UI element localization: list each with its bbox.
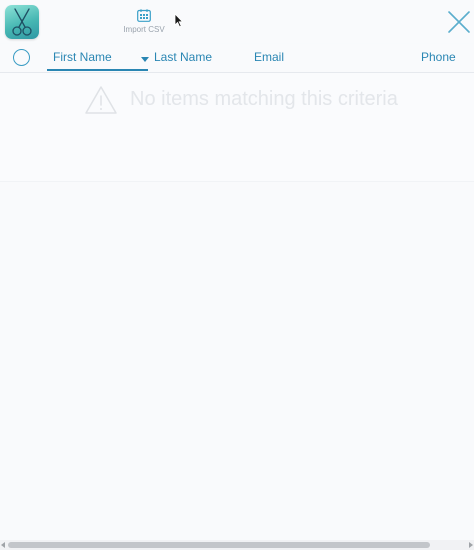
column-header-last-name[interactable]: Last Name xyxy=(154,50,212,64)
contacts-window: Import CSV First Name Last Name Email Ph… xyxy=(0,0,474,550)
scroll-right-icon[interactable] xyxy=(469,542,473,548)
warning-icon xyxy=(85,86,117,114)
horizontal-scrollbar[interactable] xyxy=(0,540,474,550)
import-csv-label: Import CSV xyxy=(123,25,165,34)
scroll-left-icon[interactable] xyxy=(1,542,5,548)
empty-state-message: No items matching this criteria xyxy=(130,88,398,110)
horizontal-scrollbar-thumb[interactable] xyxy=(8,542,430,548)
column-header-row: First Name Last Name Email Phone xyxy=(0,44,474,73)
column-header-email[interactable]: Email xyxy=(254,50,284,64)
import-csv-button[interactable]: Import CSV xyxy=(118,8,170,38)
active-sort-indicator xyxy=(47,69,148,71)
mouse-cursor-icon xyxy=(174,13,184,28)
column-header-first-name[interactable]: First Name xyxy=(53,50,112,64)
sort-descending-icon[interactable] xyxy=(141,57,149,62)
column-header-phone[interactable]: Phone xyxy=(421,50,456,64)
toolbar: Import CSV xyxy=(0,0,474,44)
calendar-grid-icon xyxy=(137,9,151,22)
close-icon[interactable] xyxy=(446,9,472,35)
app-logo xyxy=(5,5,39,39)
scissors-icon xyxy=(12,8,32,36)
select-all-checkbox[interactable] xyxy=(13,49,30,66)
empty-state: No items matching this criteria xyxy=(0,73,474,182)
